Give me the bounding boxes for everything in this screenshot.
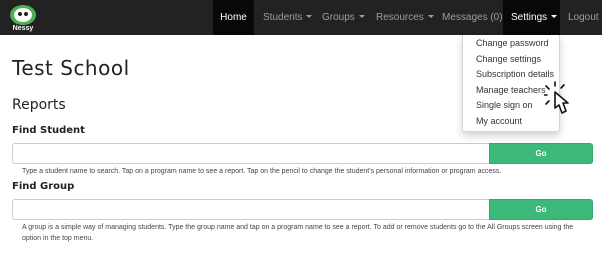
nav-messages[interactable]: Messages (0) — [442, 0, 503, 35]
caret-down-icon — [358, 14, 365, 18]
nav-home-label: Home — [220, 12, 247, 23]
find-group-help-text: A group is a simple way of managing stud… — [22, 224, 574, 242]
page-title: Test School — [12, 56, 130, 80]
nav-groups-label: Groups — [322, 12, 355, 23]
nessy-logo-icon[interactable]: Nessy — [7, 3, 39, 32]
find-student-help-text: Type a student name to search. Tap on a … — [22, 168, 502, 175]
find-student-go-button[interactable]: Go — [489, 143, 593, 164]
find-student-input[interactable] — [12, 143, 490, 164]
menu-item-change-settings[interactable]: Change settings — [476, 54, 541, 64]
menu-item-manage-teachers[interactable]: Manage teachers — [476, 85, 546, 95]
nav-resources[interactable]: Resources — [376, 0, 434, 35]
find-group-label: Find Group — [12, 181, 75, 192]
menu-item-my-account[interactable]: My account — [476, 116, 522, 126]
find-group-go-button[interactable]: Go — [489, 199, 593, 220]
logo-wordmark: Nessy — [13, 25, 34, 32]
nav-logout[interactable]: Logout — [568, 0, 599, 35]
menu-item-single-sign-on[interactable]: Single sign on — [476, 100, 533, 110]
nav-groups[interactable]: Groups — [322, 0, 365, 35]
menu-item-change-password[interactable]: Change password — [476, 38, 549, 48]
nav-resources-label: Resources — [376, 12, 424, 23]
caret-down-icon — [551, 14, 558, 18]
nav-settings[interactable]: Settings — [503, 0, 560, 35]
section-title-reports: Reports — [12, 97, 66, 113]
nav-students[interactable]: Students — [263, 0, 313, 35]
find-student-label: Find Student — [12, 125, 85, 136]
menu-item-subscription-details[interactable]: Subscription details — [476, 69, 554, 79]
hand-pointer-cursor-icon — [544, 81, 569, 114]
caret-down-icon — [306, 14, 313, 18]
nav-home[interactable]: Home — [213, 0, 254, 35]
nav-settings-label: Settings — [511, 12, 548, 23]
nav-students-label: Students — [263, 12, 303, 23]
find-group-input[interactable] — [12, 199, 490, 220]
nav-messages-label: Messages (0) — [442, 12, 503, 23]
caret-down-icon — [427, 14, 434, 18]
top-navbar: Nessy Home Students Groups Resources Mes… — [0, 0, 602, 35]
nav-logout-label: Logout — [568, 12, 599, 23]
